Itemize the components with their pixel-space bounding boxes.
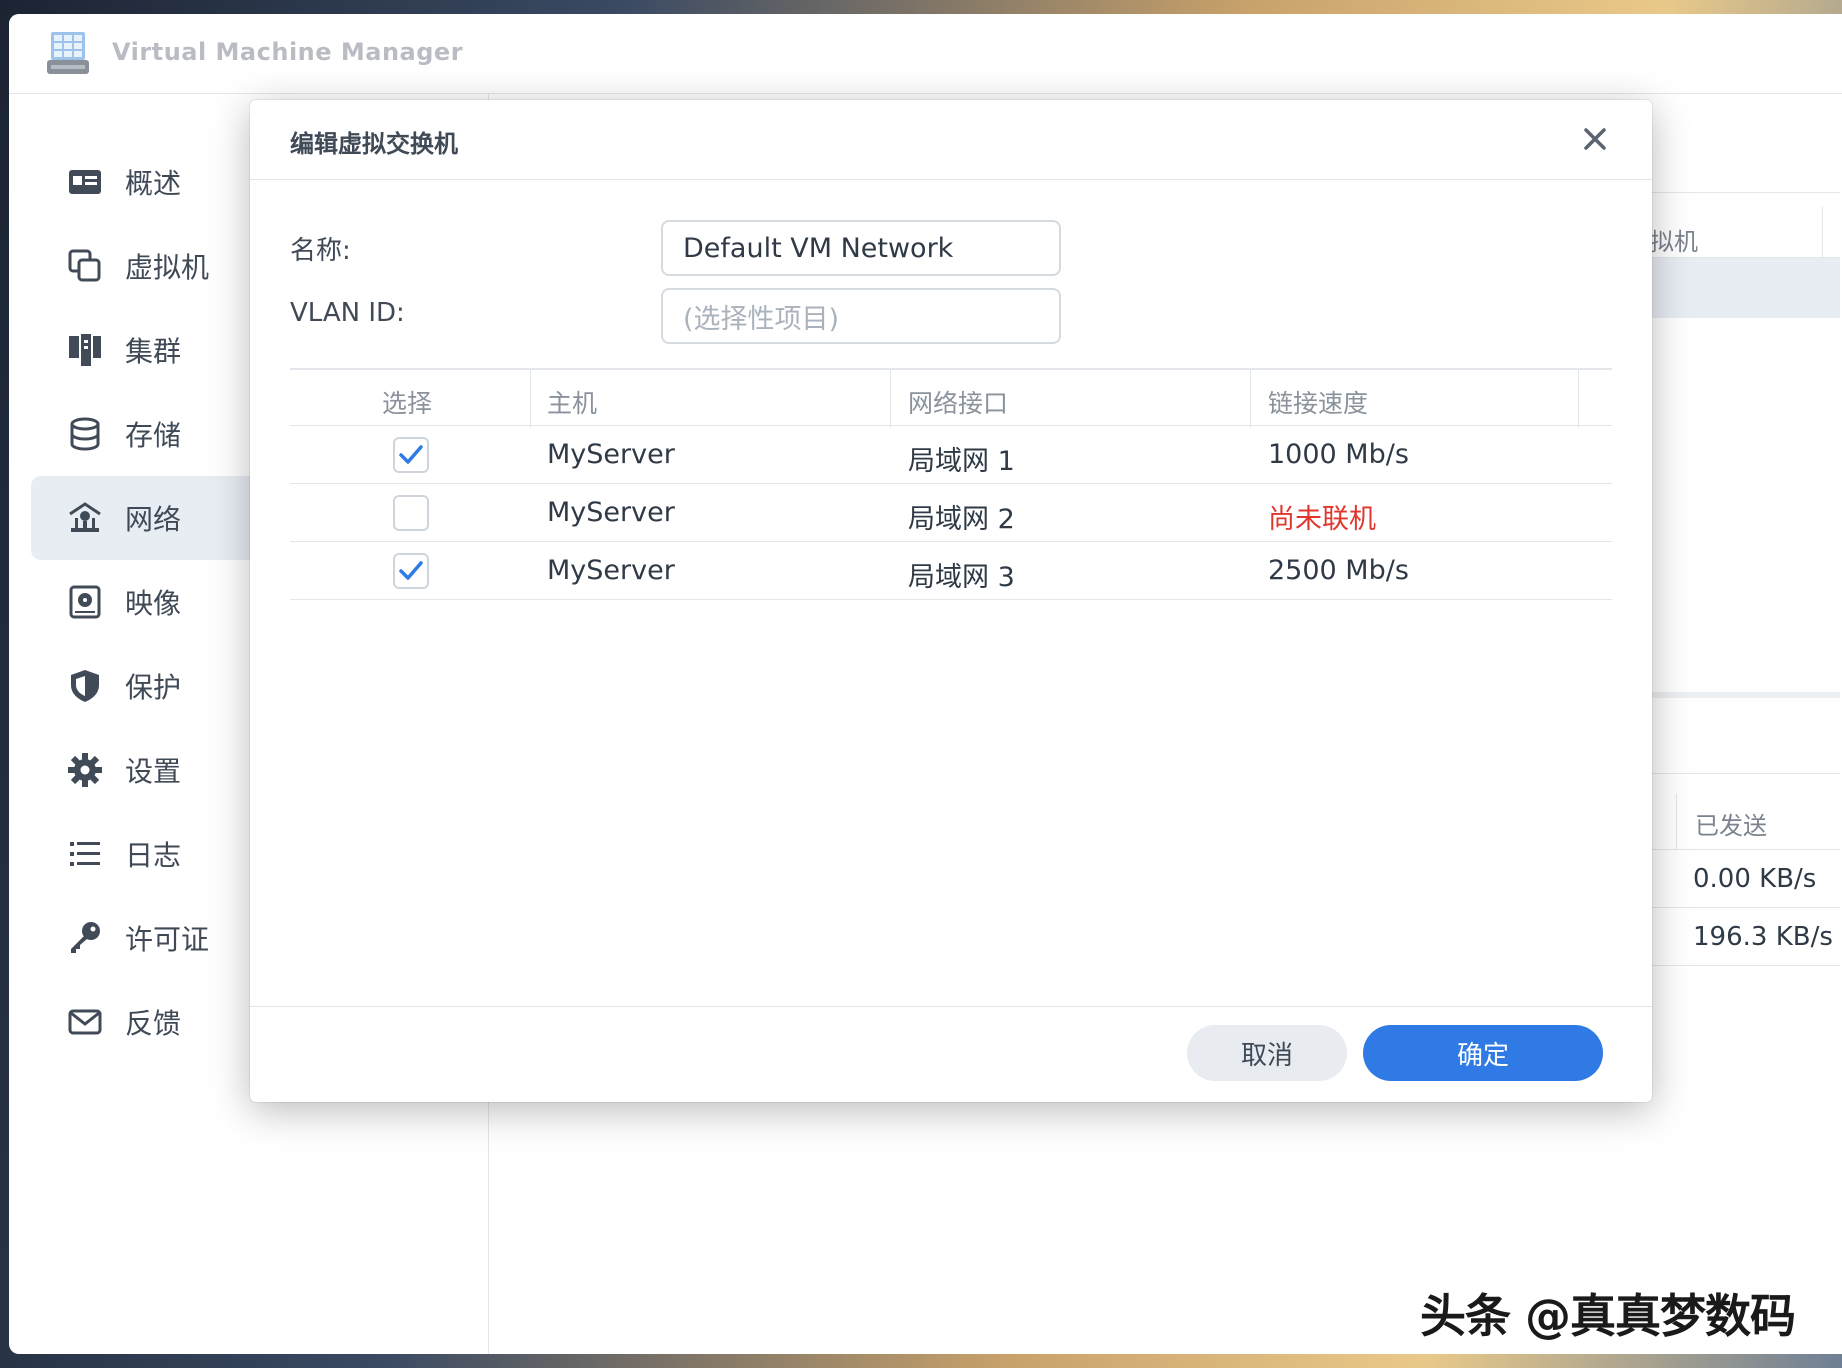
storage-icon bbox=[65, 414, 105, 454]
cancel-button[interactable]: 取消 bbox=[1187, 1025, 1347, 1081]
column-header-select[interactable]: 选择 bbox=[382, 384, 432, 420]
watermark: 头条 @真真梦数码 bbox=[1420, 1289, 1796, 1343]
background-section-divider bbox=[1640, 692, 1840, 698]
close-icon[interactable] bbox=[1578, 122, 1612, 156]
column-header-link-speed[interactable]: 链接速度 bbox=[1268, 384, 1368, 420]
interface-cell: 局域网 1 bbox=[908, 446, 1015, 477]
cluster-icon bbox=[65, 330, 105, 370]
interface-cell: 局域网 2 bbox=[908, 504, 1015, 535]
vm-icon bbox=[65, 246, 105, 286]
mail-icon bbox=[65, 1002, 105, 1042]
background-sent-value: 196.3 KB/s bbox=[1693, 922, 1833, 952]
sidebar-item-label: 集群 bbox=[125, 335, 182, 368]
list-icon bbox=[65, 834, 105, 874]
dialog-header: 编辑虚拟交换机 bbox=[250, 100, 1652, 180]
dialog-footer: 取消 确定 bbox=[250, 1006, 1652, 1102]
background-row-line bbox=[1640, 849, 1840, 850]
checkmark-icon bbox=[399, 445, 423, 464]
background-column-vm: 拟机 bbox=[1650, 228, 1698, 256]
row-checkbox[interactable] bbox=[393, 437, 429, 473]
row-checkbox[interactable] bbox=[393, 553, 429, 589]
app-logo-icon bbox=[47, 32, 89, 74]
gear-icon bbox=[65, 750, 105, 790]
table-row[interactable]: MyServer 局域网 2 尚未联机 bbox=[290, 484, 1612, 542]
dialog-title: 编辑虚拟交换机 bbox=[290, 130, 458, 158]
background-row-line bbox=[1640, 965, 1840, 966]
column-separator bbox=[530, 370, 531, 428]
ok-button[interactable]: 确定 bbox=[1363, 1025, 1603, 1081]
sidebar-item-label: 映像 bbox=[125, 587, 182, 620]
column-header-interface[interactable]: 网络接口 bbox=[908, 384, 1008, 420]
row-checkbox[interactable] bbox=[393, 495, 429, 531]
name-label: 名称: bbox=[290, 236, 351, 266]
background-row-line bbox=[1640, 773, 1840, 774]
vlan-id-label: VLAN ID: bbox=[290, 298, 405, 328]
sidebar-item-label: 保护 bbox=[125, 671, 182, 704]
host-cell: MyServer bbox=[547, 555, 675, 586]
column-header-host[interactable]: 主机 bbox=[547, 384, 597, 420]
table-row[interactable]: MyServer 局域网 3 2500 Mb/s bbox=[290, 542, 1612, 600]
name-input[interactable]: Default VM Network bbox=[661, 220, 1061, 276]
link-speed-cell: 1000 Mb/s bbox=[1268, 439, 1409, 470]
background-column-sent: 已发送 bbox=[1695, 812, 1767, 840]
checkmark-icon bbox=[399, 561, 423, 580]
edit-virtual-switch-dialog: 编辑虚拟交换机 名称: Default VM Network VLAN ID: … bbox=[250, 100, 1652, 1102]
column-separator bbox=[890, 370, 891, 428]
sidebar-item-label: 设置 bbox=[125, 755, 182, 788]
sidebar-item-label: 存储 bbox=[125, 419, 182, 452]
host-cell: MyServer bbox=[547, 497, 675, 528]
sidebar-item-label: 许可证 bbox=[125, 923, 210, 956]
background-selected-row[interactable] bbox=[1640, 258, 1840, 318]
background-column-separator bbox=[1676, 794, 1677, 850]
sidebar-item-label: 网络 bbox=[125, 503, 182, 536]
network-icon bbox=[65, 498, 105, 538]
sidebar-item-label: 概述 bbox=[125, 167, 182, 200]
column-separator bbox=[1250, 370, 1251, 428]
interface-cell: 局域网 3 bbox=[908, 562, 1015, 593]
shield-icon bbox=[65, 666, 105, 706]
vlan-id-input[interactable]: (选择性项目) bbox=[661, 288, 1061, 344]
overview-icon bbox=[65, 162, 105, 202]
table-header: 选择 主机 网络接口 链接速度 bbox=[290, 368, 1612, 428]
background-row-line bbox=[1640, 907, 1840, 908]
link-speed-cell: 2500 Mb/s bbox=[1268, 555, 1409, 586]
image-icon bbox=[65, 582, 105, 622]
table-row[interactable]: MyServer 局域网 1 1000 Mb/s bbox=[290, 426, 1612, 484]
title-bar: Virtual Machine Manager bbox=[9, 14, 1842, 94]
background-column-separator bbox=[1822, 206, 1823, 266]
column-separator bbox=[1578, 370, 1579, 428]
sidebar-item-label: 日志 bbox=[125, 839, 182, 872]
link-status-offline: 尚未联机 bbox=[1268, 504, 1376, 535]
sidebar-item-label: 虚拟机 bbox=[125, 251, 210, 284]
host-cell: MyServer bbox=[547, 439, 675, 470]
sidebar-item-label: 反馈 bbox=[125, 1007, 182, 1040]
background-sent-value: 0.00 KB/s bbox=[1693, 864, 1817, 894]
app-title: Virtual Machine Manager bbox=[112, 38, 464, 66]
key-icon bbox=[65, 918, 105, 958]
